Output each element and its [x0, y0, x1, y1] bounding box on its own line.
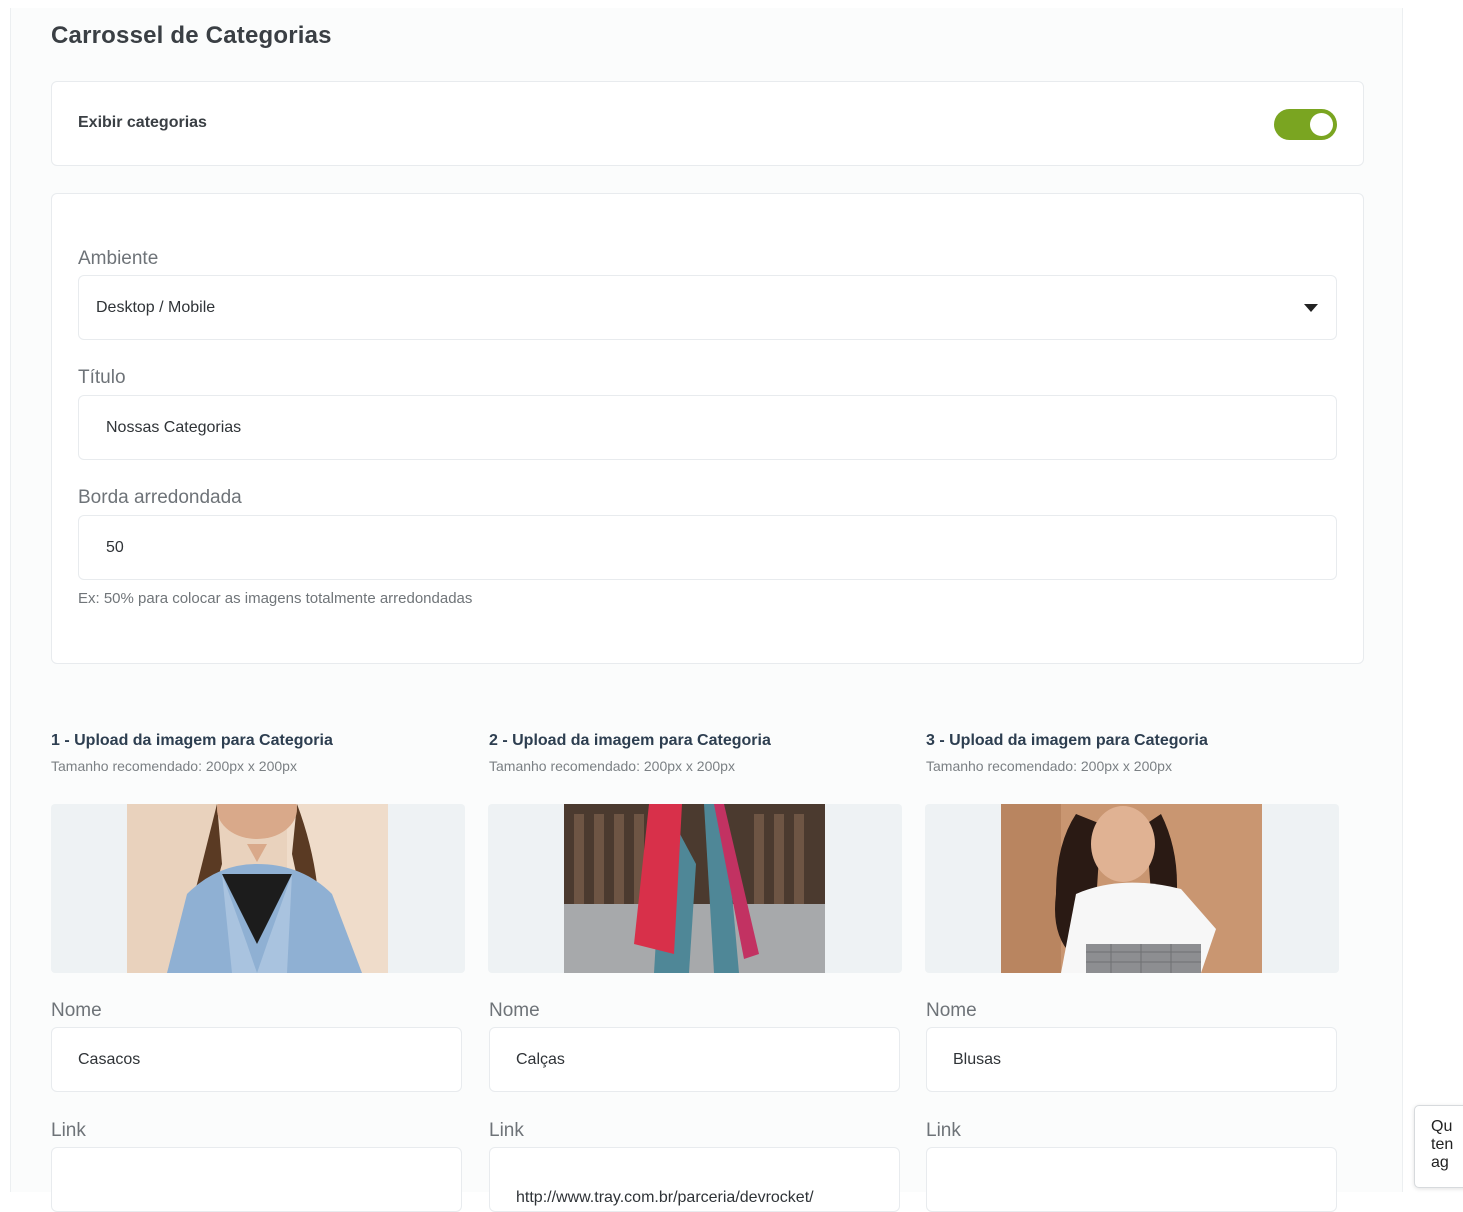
- main-panel: Carrossel de Categorias Exibir categoria…: [10, 8, 1403, 1212]
- category-3-name-label: Nome: [926, 1000, 977, 1021]
- category-1-name-label: Nome: [51, 1000, 102, 1021]
- ambiente-select[interactable]: Desktop / Mobile: [78, 275, 1337, 340]
- show-categories-toggle[interactable]: [1274, 109, 1337, 140]
- chat-widget[interactable]: Qu ten ag: [1414, 1105, 1463, 1188]
- category-1-upload-title: 1 - Upload da imagem para Categoria: [51, 732, 333, 749]
- category-1-header: 1 - Upload da imagem para Categoria Tama…: [51, 732, 465, 774]
- toggle-knob: [1310, 113, 1333, 136]
- category-1-name-value: Casacos: [78, 1050, 141, 1068]
- category-3-link-label: Link: [926, 1120, 961, 1141]
- category-1-link-label: Link: [51, 1120, 86, 1141]
- section-title: Carrossel de Categorias: [51, 22, 332, 49]
- category-1-image-upload[interactable]: [51, 804, 465, 973]
- category-3-link-input[interactable]: [926, 1147, 1337, 1212]
- ambiente-select-value: Desktop / Mobile: [96, 298, 216, 316]
- chat-line-1: Qu: [1431, 1118, 1453, 1135]
- caret-down-icon: [1304, 304, 1318, 312]
- category-2-photo: [564, 804, 825, 973]
- settings-card: Ambiente Desktop / Mobile Título Nossas …: [51, 193, 1364, 664]
- titulo-input[interactable]: Nossas Categorias: [78, 395, 1337, 460]
- category-3-image-upload[interactable]: [925, 804, 1339, 973]
- category-2-link-label: Link: [489, 1120, 524, 1141]
- category-3-photo: [1001, 804, 1262, 973]
- category-2-name-input[interactable]: Calças: [489, 1027, 900, 1092]
- show-categories-label: Exibir categorias: [78, 114, 207, 131]
- category-2-upload-title: 2 - Upload da imagem para Categoria: [489, 732, 771, 749]
- category-2-name-label: Nome: [489, 1000, 540, 1021]
- category-1-name-input[interactable]: Casacos: [51, 1027, 462, 1092]
- category-1-size-hint: Tamanho recomendado: 200px x 200px: [51, 758, 297, 774]
- category-1-photo: [127, 804, 388, 973]
- ambiente-label: Ambiente: [78, 248, 159, 269]
- category-2-image-upload[interactable]: [488, 804, 902, 973]
- titulo-input-value: Nossas Categorias: [106, 418, 242, 436]
- category-2-size-hint: Tamanho recomendado: 200px x 200px: [489, 758, 735, 774]
- right-gutter: [1404, 8, 1463, 1192]
- chat-line-3: ag: [1431, 1154, 1449, 1171]
- category-3-name-value: Blusas: [953, 1050, 1002, 1068]
- category-3-upload-title: 3 - Upload da imagem para Categoria: [926, 732, 1208, 749]
- borda-input[interactable]: 50: [78, 515, 1337, 580]
- category-3-size-hint: Tamanho recomendado: 200px x 200px: [926, 758, 1172, 774]
- chat-line-2: ten: [1431, 1136, 1454, 1153]
- category-2-link-input[interactable]: http://www.tray.com.br/parceria/devrocke…: [489, 1147, 900, 1212]
- category-3-name-input[interactable]: Blusas: [926, 1027, 1337, 1092]
- borda-input-value: 50: [106, 538, 124, 556]
- borda-label: Borda arredondada: [78, 487, 242, 508]
- borda-hint: Ex: 50% para colocar as imagens totalmen…: [78, 590, 473, 607]
- show-categories-card: Exibir categorias: [51, 81, 1364, 166]
- category-1-link-input[interactable]: [51, 1147, 462, 1212]
- category-2-name-value: Calças: [516, 1050, 565, 1068]
- category-3-header: 3 - Upload da imagem para Categoria Tama…: [926, 732, 1340, 774]
- category-2-header: 2 - Upload da imagem para Categoria Tama…: [489, 732, 903, 774]
- titulo-label: Título: [78, 367, 126, 388]
